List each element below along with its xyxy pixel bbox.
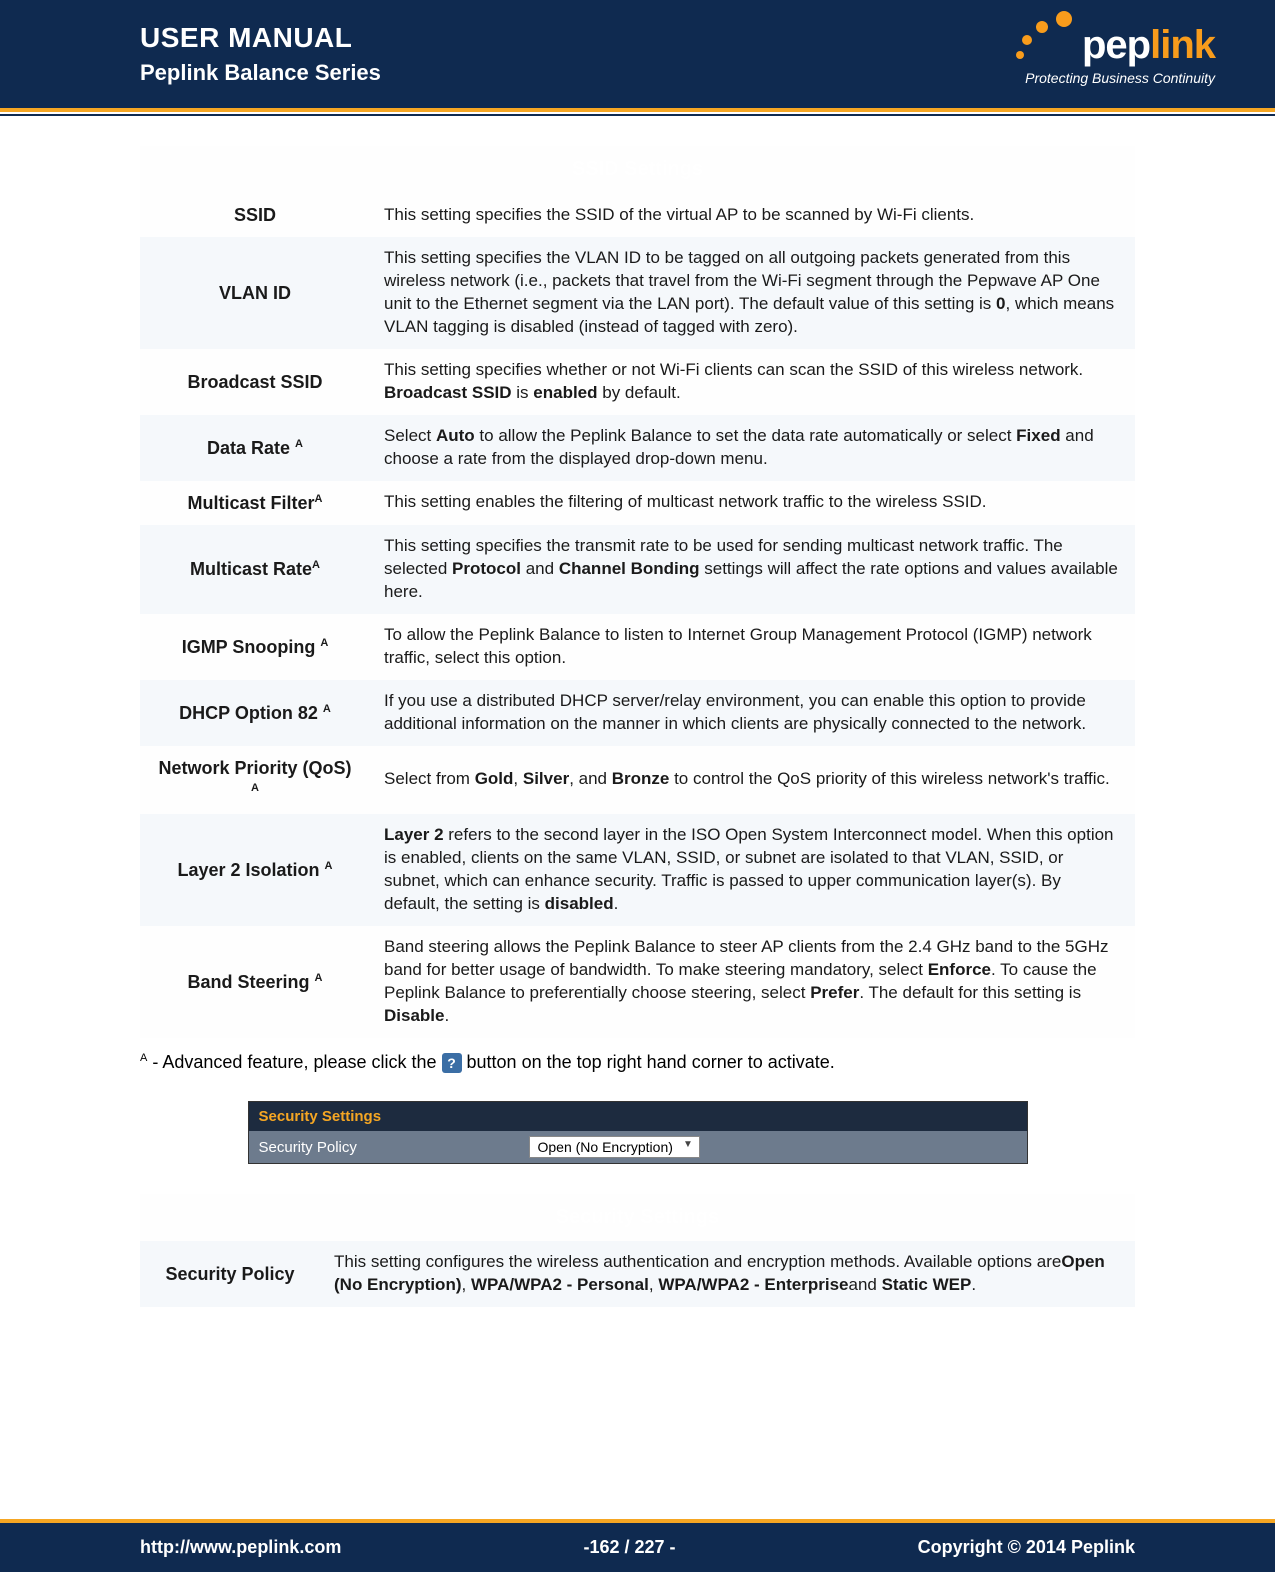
page-footer-wrap: http://www.peplink.com -162 / 227 - Copy… (0, 1519, 1275, 1572)
footer-copyright: Copyright © 2014 Peplink (918, 1537, 1135, 1558)
setting-description: Layer 2 refers to the second layer in th… (370, 814, 1135, 926)
security-policy-label: Security Policy (140, 1241, 320, 1307)
gold-divider (0, 108, 1275, 112)
security-table-header: Security Settings (140, 1194, 1135, 1241)
brand-tagline: Protecting Business Continuity (1025, 70, 1215, 86)
manual-title: USER MANUAL (140, 22, 381, 54)
logo-dots-icon (1016, 11, 1086, 66)
security-policy-desc: This setting configures the wireless aut… (320, 1241, 1135, 1307)
setting-label: Layer 2 Isolation A (140, 814, 370, 926)
setting-label: DHCP Option 82 A (140, 680, 370, 746)
ssid-table-header: SSID Settings (140, 146, 1135, 193)
setting-label: Multicast RateA (140, 525, 370, 614)
setting-label: IGMP Snooping A (140, 614, 370, 680)
screenshot-policy-label: Security Policy (259, 1139, 529, 1156)
setting-label: Band Steering A (140, 926, 370, 1038)
page-footer: http://www.peplink.com -162 / 227 - Copy… (0, 1523, 1275, 1572)
logo-text: peplink (1082, 23, 1215, 68)
manual-subtitle: Peplink Balance Series (140, 60, 381, 86)
security-settings-table: Security Settings Security Policy This s… (140, 1194, 1135, 1307)
ssid-settings-table: SSID Settings SSIDThis setting specifies… (140, 146, 1135, 1038)
setting-description: Select Auto to allow the Peplink Balance… (370, 415, 1135, 481)
screenshot-header: Security Settings (249, 1102, 1027, 1131)
help-question-icon: ? (442, 1053, 462, 1073)
setting-label: Broadcast SSID (140, 349, 370, 415)
setting-label: Multicast FilterA (140, 481, 370, 525)
setting-label: Network Priority (QoS) A (140, 746, 370, 815)
setting-label: SSID (140, 193, 370, 237)
setting-description: This setting specifies the transmit rate… (370, 525, 1135, 614)
setting-label: VLAN ID (140, 237, 370, 349)
setting-description: Band steering allows the Peplink Balance… (370, 926, 1135, 1038)
setting-description: Select from Gold, Silver, and Bronze to … (370, 746, 1135, 815)
page-header: USER MANUAL Peplink Balance Series pepli… (0, 0, 1275, 108)
security-settings-screenshot: Security Settings Security Policy Open (… (248, 1101, 1028, 1164)
setting-description: To allow the Peplink Balance to listen t… (370, 614, 1135, 680)
setting-description: This setting specifies the VLAN ID to be… (370, 237, 1135, 349)
setting-description: If you use a distributed DHCP server/rel… (370, 680, 1135, 746)
setting-description: This setting specifies the SSID of the v… (370, 193, 1135, 237)
setting-label: Data Rate A (140, 415, 370, 481)
advanced-footnote: A - Advanced feature, please click the ?… (140, 1052, 1135, 1073)
setting-description: This setting enables the filtering of mu… (370, 481, 1135, 525)
setting-description: This setting specifies whether or not Wi… (370, 349, 1135, 415)
security-policy-dropdown[interactable]: Open (No Encryption) (529, 1136, 700, 1158)
footer-url: http://www.peplink.com (140, 1537, 341, 1558)
brand-logo: peplink Protecting Business Continuity (1016, 23, 1215, 86)
header-text-block: USER MANUAL Peplink Balance Series (140, 22, 381, 86)
footer-page: -162 / 227 - (583, 1537, 675, 1558)
